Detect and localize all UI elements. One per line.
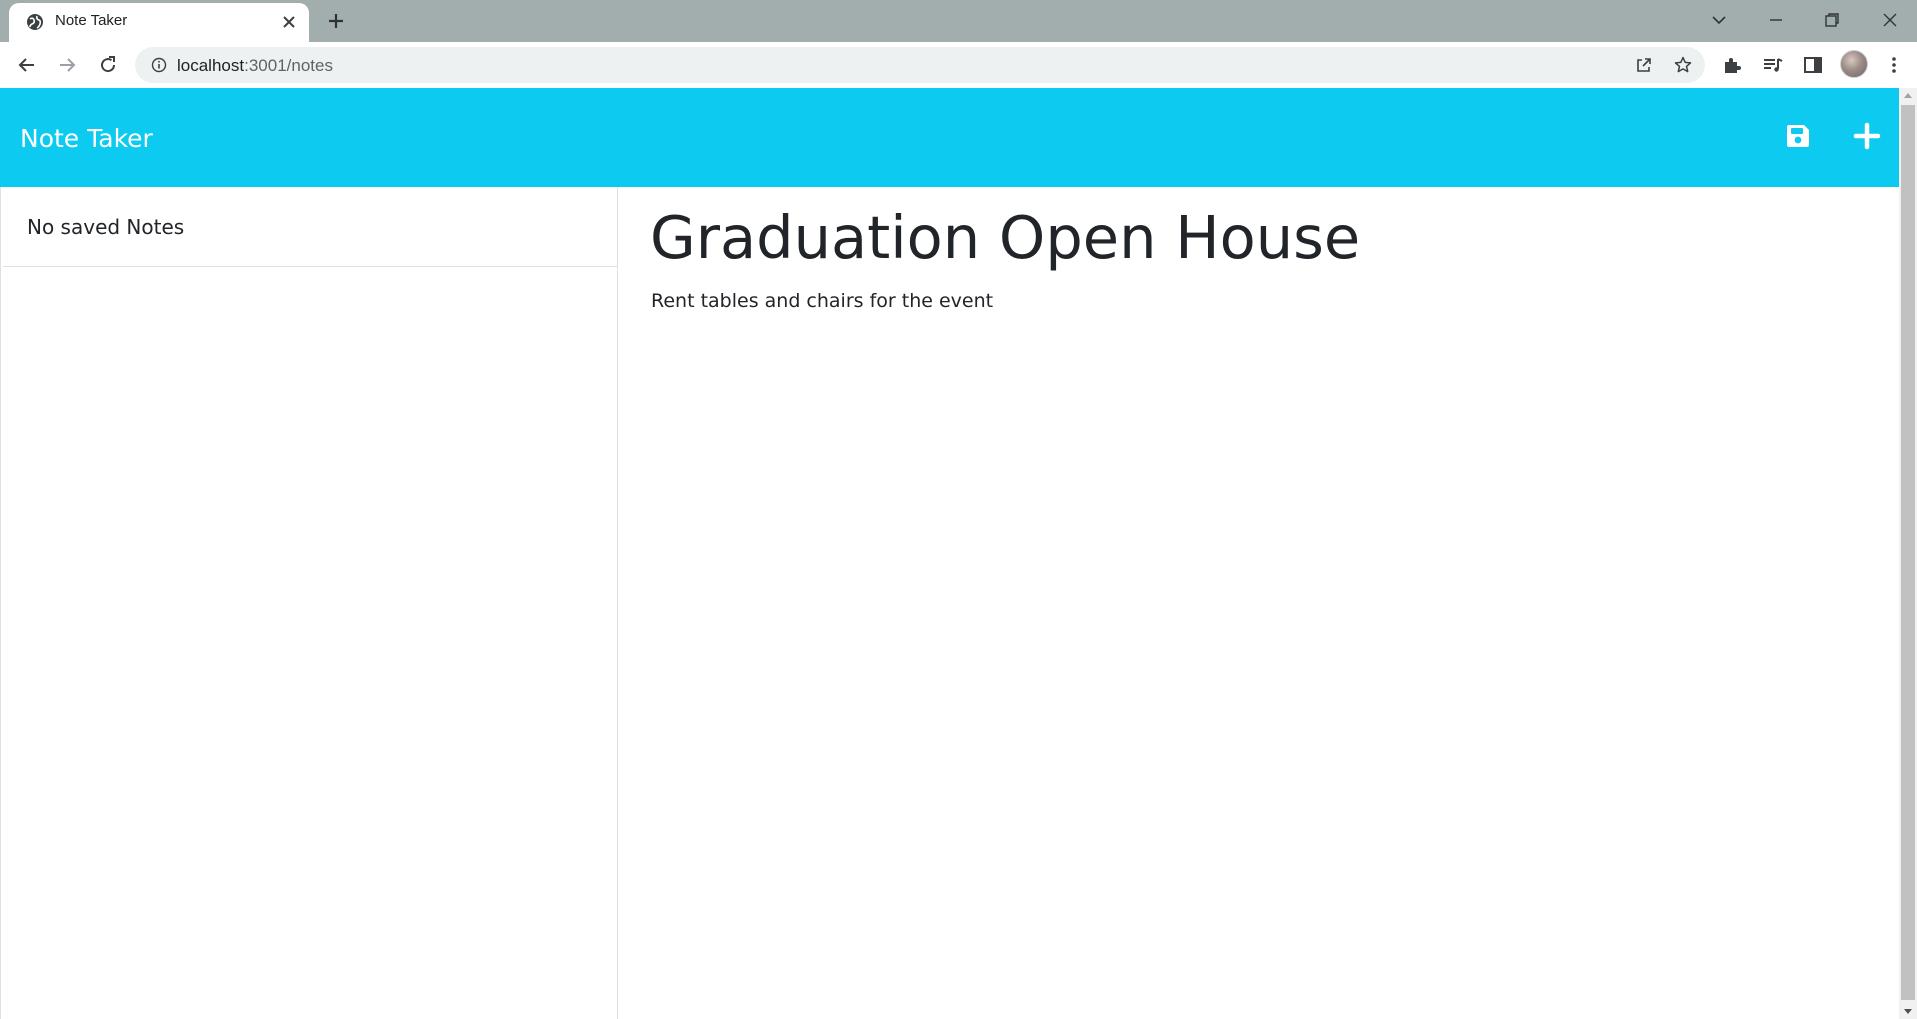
scrollbar-thumb[interactable]: [1901, 105, 1915, 1000]
url-text[interactable]: localhost:3001/notes: [177, 56, 333, 76]
info-icon[interactable]: [151, 57, 167, 73]
address-bar[interactable]: localhost:3001/notes: [135, 47, 1705, 83]
extensions-puzzle-icon[interactable]: [1720, 53, 1744, 77]
forward-arrow-icon[interactable]: [55, 53, 79, 77]
star-icon[interactable]: [1673, 55, 1693, 75]
notes-sidebar: No saved Notes: [0, 187, 618, 1019]
globe-icon: [27, 14, 43, 30]
save-note-button[interactable]: [1780, 118, 1816, 154]
back-arrow-icon[interactable]: [15, 53, 39, 77]
close-icon[interactable]: [281, 14, 297, 30]
url-path: :3001/notes: [244, 56, 333, 75]
new-note-button[interactable]: [1849, 118, 1885, 154]
restore-icon[interactable]: [1821, 9, 1843, 31]
browser-tab-strip: Note Taker: [0, 0, 1917, 42]
note-title[interactable]: Graduation Open House: [650, 203, 1360, 272]
side-panel-icon[interactable]: [1801, 53, 1825, 77]
empty-notes-message: No saved Notes: [27, 215, 185, 239]
plus-icon: [1853, 122, 1881, 150]
media-playlist-icon[interactable]: [1761, 53, 1785, 77]
more-menu-icon[interactable]: [1882, 53, 1906, 77]
browser-tab[interactable]: Note Taker: [9, 3, 309, 42]
share-icon[interactable]: [1634, 55, 1654, 75]
list-item: No saved Notes: [3, 187, 617, 267]
note-editor: Graduation Open House Rent tables and ch…: [618, 187, 1899, 1019]
minimize-icon[interactable]: [1765, 9, 1787, 31]
url-host: localhost: [177, 56, 245, 75]
scroll-up-arrow-icon[interactable]: [1904, 93, 1912, 98]
scroll-down-arrow-icon[interactable]: [1904, 1009, 1912, 1014]
tab-title: Note Taker: [55, 12, 128, 29]
app-brand[interactable]: Note Taker: [20, 124, 153, 153]
profile-avatar[interactable]: [1840, 50, 1868, 78]
app-navbar: Note Taker: [0, 88, 1899, 187]
chevron-down-icon[interactable]: [1708, 9, 1730, 31]
note-text[interactable]: Rent tables and chairs for the event: [651, 290, 993, 312]
floppy-disk-icon: [1787, 125, 1809, 147]
close-window-icon[interactable]: [1879, 9, 1901, 31]
page-scrollbar[interactable]: [1899, 88, 1917, 1019]
browser-toolbar: localhost:3001/notes: [0, 42, 1917, 88]
reload-icon[interactable]: [96, 53, 120, 77]
plus-icon[interactable]: [326, 11, 346, 31]
